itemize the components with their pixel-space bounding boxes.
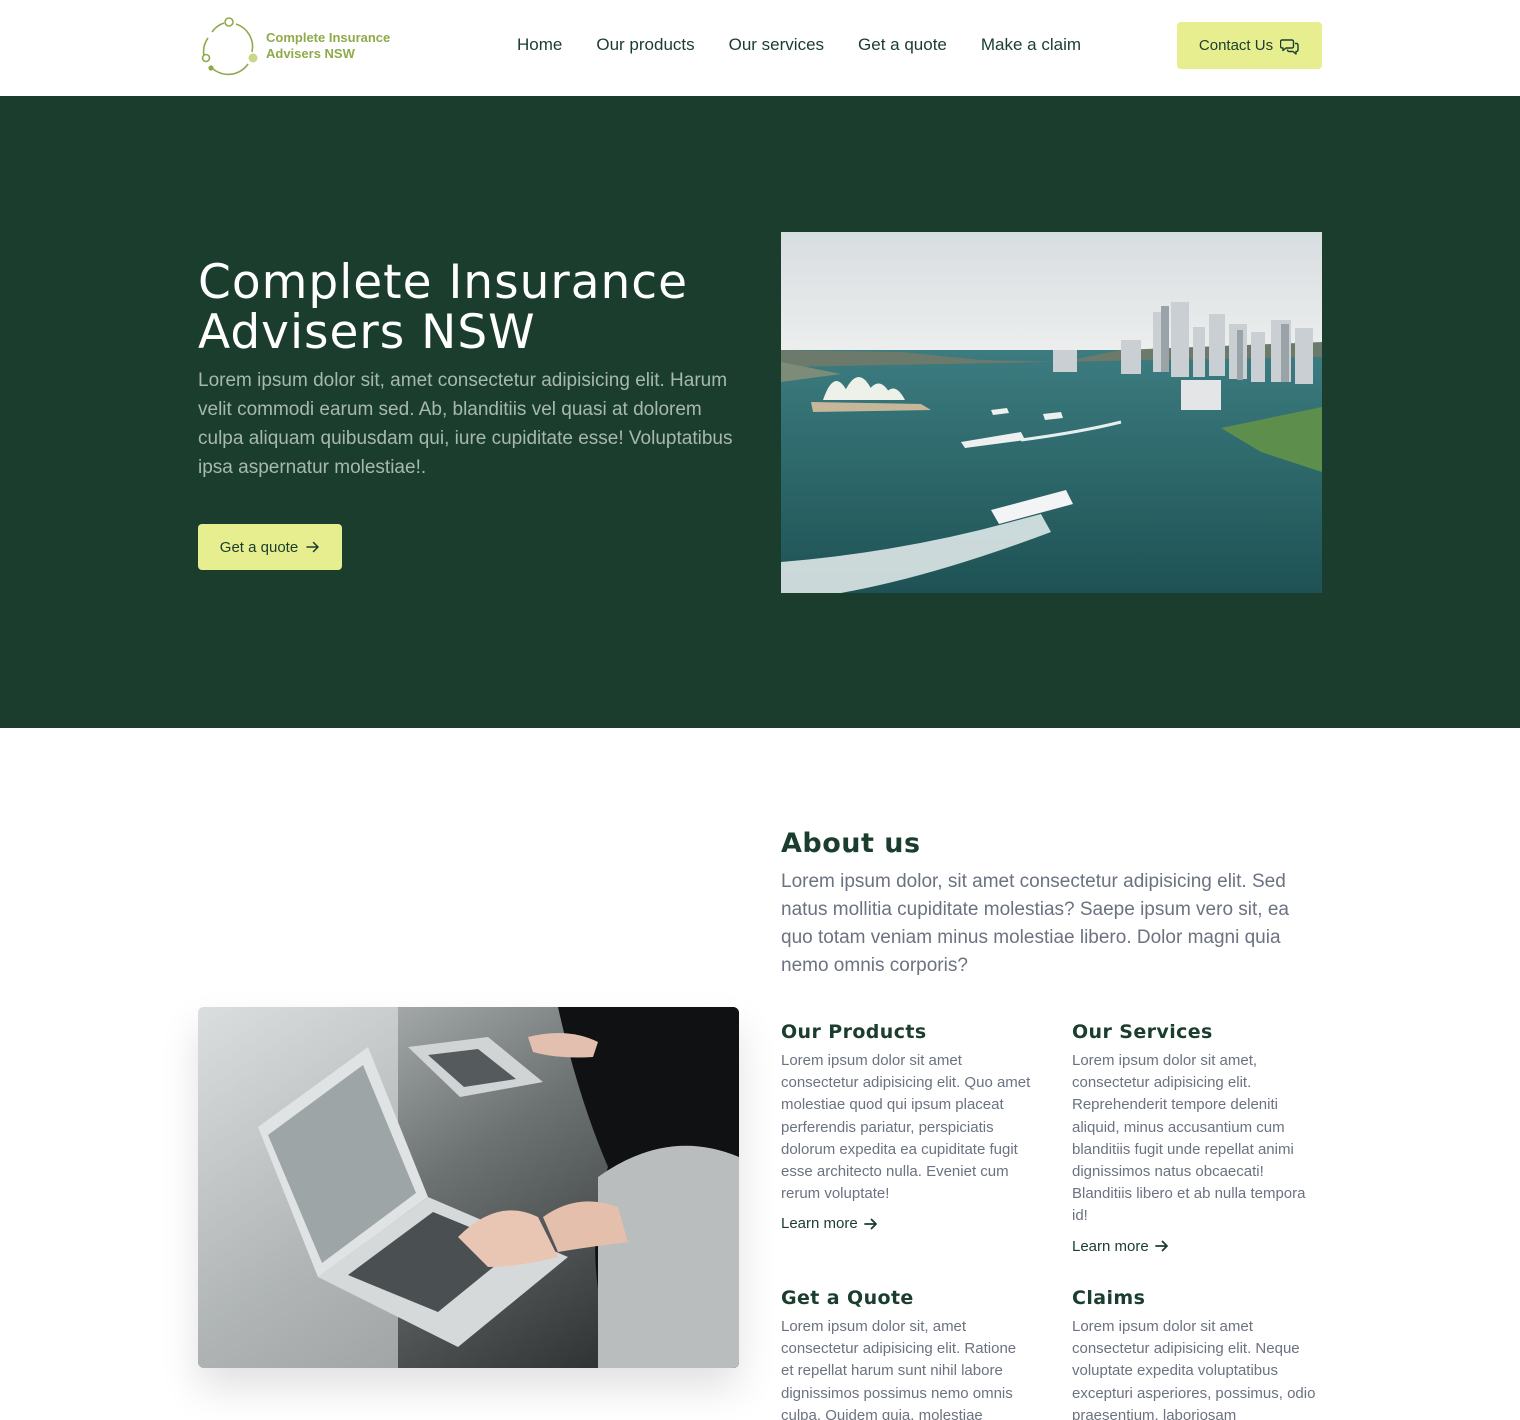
hero-curve-divider bbox=[0, 676, 1520, 728]
nav-make-a-claim[interactable]: Make a claim bbox=[981, 34, 1081, 56]
nav-our-products[interactable]: Our products bbox=[596, 34, 694, 56]
get-a-quote-label: Get a quote bbox=[219, 538, 299, 556]
hero-description: Lorem ipsum dolor sit, amet consectetur … bbox=[198, 370, 733, 478]
card-text: Lorem ipsum dolor sit, amet consectetur … bbox=[781, 1318, 1017, 1420]
brand-logo[interactable]: Complete Insurance Advisers NSW bbox=[198, 16, 408, 78]
card-text: Lorem ipsum dolor sit amet consectetur a… bbox=[781, 1052, 1031, 1203]
nav-our-services[interactable]: Our services bbox=[729, 34, 824, 56]
laptop-work-image bbox=[198, 1007, 739, 1368]
card-our-products: Our Products Lorem ipsum dolor sit amet … bbox=[781, 1020, 1031, 1232]
main-nav: Home Our products Our services Get a quo… bbox=[517, 34, 1081, 56]
learn-more-link[interactable]: Learn more bbox=[1072, 1238, 1322, 1255]
arrow-right-icon bbox=[306, 541, 319, 553]
learn-more-label: Learn more bbox=[781, 1215, 858, 1233]
brand-name: Complete Insurance Advisers NSW bbox=[266, 30, 390, 62]
about-title: About us bbox=[781, 828, 921, 859]
contact-us-button[interactable]: Contact Us bbox=[1177, 22, 1322, 69]
nav-get-a-quote[interactable]: Get a quote bbox=[858, 34, 947, 56]
card-title: Get a Quote bbox=[781, 1287, 914, 1309]
site-header: Complete Insurance Advisers NSW Home Our… bbox=[0, 0, 1520, 96]
card-claims: Claims Lorem ipsum dolor sit amet consec… bbox=[1072, 1286, 1322, 1420]
card-text: Lorem ipsum dolor sit amet, consectetur … bbox=[1072, 1052, 1306, 1225]
card-title: Our Services bbox=[1072, 1021, 1213, 1043]
card-title: Our Products bbox=[781, 1021, 927, 1043]
nav-home[interactable]: Home bbox=[517, 34, 562, 56]
card-title: Claims bbox=[1072, 1287, 1146, 1309]
chat-icon bbox=[1280, 38, 1299, 55]
contact-us-label: Contact Us bbox=[1198, 37, 1274, 54]
card-our-services: Our Services Lorem ipsum dolor sit amet,… bbox=[1072, 1020, 1322, 1255]
about-description: Lorem ipsum dolor, sit amet consectetur … bbox=[781, 871, 1289, 976]
learn-more-label: Learn more bbox=[1072, 1237, 1149, 1255]
hero-title-line-2: Advisers NSW bbox=[198, 305, 536, 360]
hero-title: Complete Insurance Advisers NSW bbox=[198, 258, 758, 358]
card-text: Lorem ipsum dolor sit amet consectetur a… bbox=[1072, 1318, 1316, 1420]
logo-icon bbox=[201, 17, 258, 76]
get-a-quote-button[interactable]: Get a quote bbox=[198, 524, 342, 570]
card-get-a-quote: Get a Quote Lorem ipsum dolor sit, amet … bbox=[781, 1286, 1031, 1420]
arrow-right-icon bbox=[863, 1218, 877, 1230]
sydney-harbour-image bbox=[781, 232, 1322, 593]
arrow-right-icon bbox=[1154, 1240, 1168, 1252]
hero-title-line-1: Complete Insurance bbox=[198, 255, 689, 310]
brand-line-1: Complete Insurance bbox=[266, 30, 391, 45]
learn-more-link[interactable]: Learn more bbox=[781, 1215, 1031, 1232]
brand-line-2: Advisers NSW bbox=[266, 46, 355, 61]
